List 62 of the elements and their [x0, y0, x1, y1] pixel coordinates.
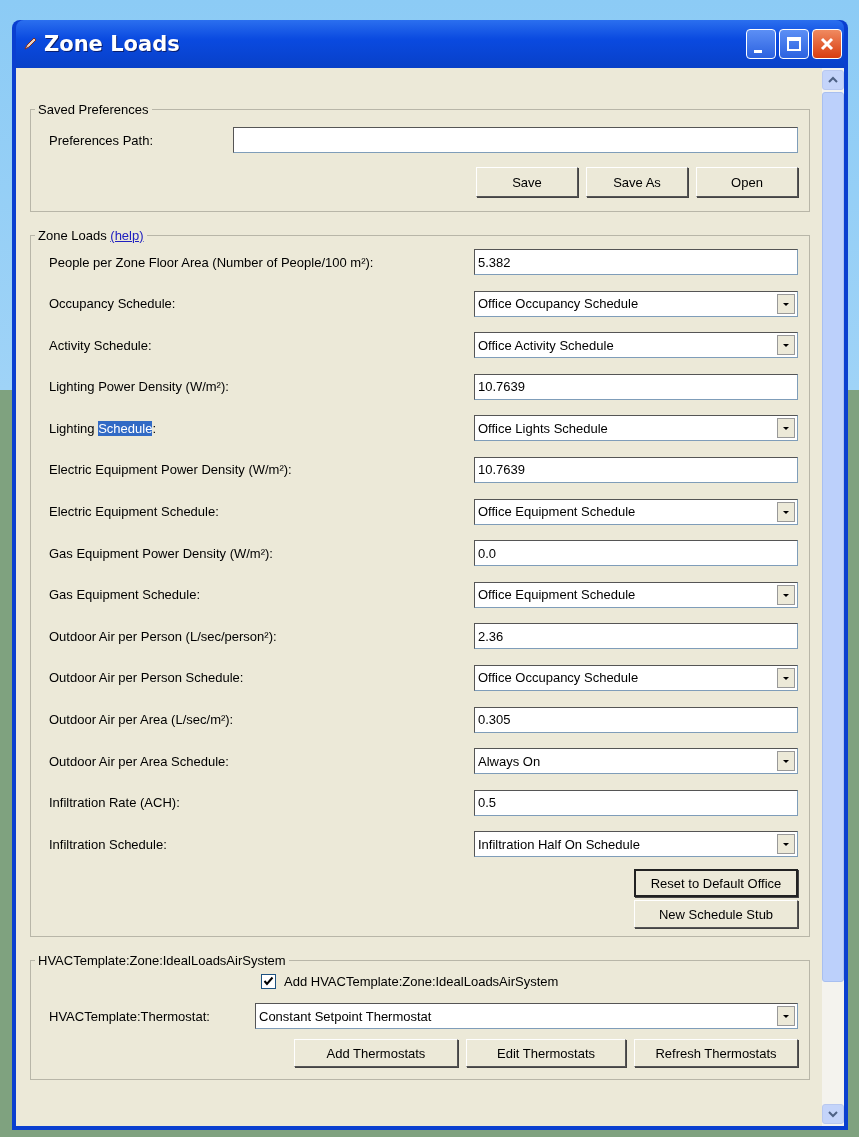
- action-button[interactable]: Add Thermostats: [294, 1039, 458, 1068]
- field-label: Preferences Path:: [49, 132, 155, 148]
- field-label: Gas Equipment Power Density (W/m²):: [49, 545, 274, 561]
- chevron-down-icon: [828, 1110, 838, 1118]
- dropdown[interactable]: Office Lights Schedule: [474, 415, 798, 442]
- action-button[interactable]: Save As: [586, 167, 688, 197]
- field-label: Outdoor Air per Area Schedule:: [49, 753, 230, 769]
- pencil-icon: [22, 36, 38, 52]
- scrollbar[interactable]: [822, 68, 844, 1126]
- minimize-icon: [754, 49, 762, 53]
- action-button[interactable]: Refresh Thermostats: [634, 1039, 798, 1068]
- group-title: Saved Preferences: [37, 102, 150, 117]
- field-label: Outdoor Air per Area (L/sec/m²):: [49, 712, 235, 728]
- input-field[interactable]: 0.0: [474, 540, 798, 567]
- dropdown[interactable]: Constant Setpoint Thermostat: [255, 1003, 798, 1030]
- input-field[interactable]: 2.36: [474, 623, 798, 650]
- field-label: Infiltration Schedule:: [49, 836, 168, 852]
- dropdown[interactable]: Infiltration Half On Schedule: [474, 831, 798, 858]
- action-button[interactable]: Reset to Default Office: [634, 869, 798, 898]
- field-label: Activity Schedule:: [49, 337, 153, 353]
- dropdown[interactable]: Office Equipment Schedule: [474, 581, 798, 608]
- field-label: Outdoor Air per Person (L/sec/person²):: [49, 628, 278, 644]
- field-label: Lighting Schedule:: [49, 420, 157, 436]
- input-field[interactable]: 10.7639: [474, 373, 798, 400]
- group-title: HVACTemplate:Zone:IdealLoadsAirSystem: [37, 953, 287, 969]
- action-button[interactable]: Open: [696, 167, 798, 197]
- window-title: Zone Loads: [44, 32, 181, 56]
- field-label: Outdoor Air per Person Schedule:: [49, 670, 245, 686]
- input-field[interactable]: 0.305: [474, 706, 798, 733]
- close-icon: [819, 36, 835, 52]
- help-link[interactable]: (help): [110, 228, 144, 243]
- field-label: HVACTemplate:Thermostat:: [49, 1008, 211, 1024]
- input-field[interactable]: 0.5: [474, 789, 798, 816]
- field-label: Infiltration Rate (ACH):: [49, 795, 181, 811]
- checkbox-label: Add HVACTemplate:Zone:IdealLoadsAirSystem: [284, 974, 559, 990]
- dropdown[interactable]: Office Occupancy Schedule: [474, 664, 798, 691]
- close-button[interactable]: [812, 29, 842, 59]
- dropdown[interactable]: Office Occupancy Schedule: [474, 290, 798, 317]
- field-label: Lighting Power Density (W/m²):: [49, 379, 230, 395]
- group-title: Zone Loads: [38, 228, 107, 243]
- scroll-down-button[interactable]: [822, 1104, 844, 1124]
- dropdown[interactable]: Always On: [474, 748, 798, 775]
- scroll-thumb[interactable]: [822, 92, 844, 982]
- maximize-button[interactable]: [779, 29, 809, 59]
- minimize-button[interactable]: [746, 29, 776, 59]
- scroll-up-button[interactable]: [822, 70, 844, 90]
- dropdown[interactable]: Office Activity Schedule: [474, 332, 798, 359]
- input-field[interactable]: 5.382: [474, 249, 798, 275]
- action-button[interactable]: Edit Thermostats: [466, 1039, 626, 1068]
- chevron-up-icon: [828, 76, 838, 84]
- dropdown[interactable]: Office Equipment Schedule: [474, 498, 798, 525]
- field-label: Electric Equipment Schedule:: [49, 504, 220, 520]
- input-field[interactable]: 10.7639: [474, 456, 798, 483]
- action-button[interactable]: Save: [476, 167, 578, 197]
- maximize-icon: [786, 36, 802, 52]
- field-label: Occupancy Schedule:: [49, 296, 177, 312]
- field-label: Gas Equipment Schedule:: [49, 587, 202, 603]
- input-field[interactable]: [233, 127, 798, 153]
- field-label: Electric Equipment Power Density (W/m²):: [49, 462, 293, 478]
- field-label: People per Zone Floor Area (Number of People/100 m²):: [49, 254, 375, 270]
- action-button[interactable]: New Schedule Stub: [634, 900, 798, 929]
- checkbox[interactable]: [261, 974, 276, 990]
